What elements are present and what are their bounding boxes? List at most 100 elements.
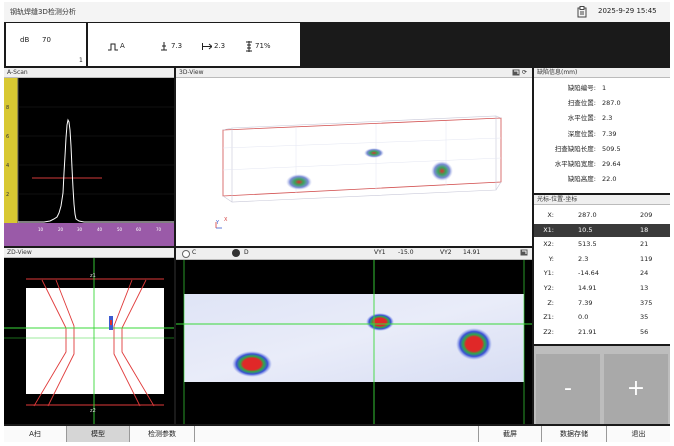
cursor-value: -14.64 (578, 269, 599, 278)
defect-info-label: 水平位置: (567, 114, 596, 123)
cursor-extra: 56 (640, 327, 649, 336)
cursor-label: Z1: (543, 313, 554, 322)
ascan-button[interactable]: A扫 (4, 426, 67, 442)
cursor-info-row[interactable]: X: 287.0 209 (534, 209, 670, 222)
cursor-extra: 24 (640, 269, 649, 278)
cursor-label: X: (547, 211, 554, 219)
defect-info-value: 287.0 (602, 99, 621, 108)
cursor-info-row[interactable]: Z2: 21.91 56 (534, 326, 670, 339)
cursor-info-row[interactable]: X2: 513.5 21 (534, 238, 670, 251)
3d-view-title: 3D-View (176, 68, 532, 78)
ascan-baseline-strip (4, 223, 174, 246)
cursor-label: Z: (547, 298, 554, 307)
radio-c[interactable] (182, 250, 190, 258)
model-button[interactable]: 模型 (67, 426, 130, 442)
clipboard-icon[interactable] (577, 6, 587, 20)
amplitude-value: 71% (255, 42, 271, 50)
defect-blob (456, 328, 492, 360)
cursor-value: 21.91 (578, 327, 597, 336)
cursor-info-row[interactable]: Y1: -14.64 24 (534, 267, 670, 280)
defect-blob (286, 174, 312, 190)
ascan-xtick: 60 (136, 227, 142, 232)
radio-d[interactable] (232, 249, 240, 257)
ascan-panel[interactable]: A-Scan 8 6 4 2 10 20 30 40 50 60 70 (4, 68, 174, 246)
weld-volume-box (222, 117, 502, 197)
radio-d-label: D (244, 249, 249, 256)
pulse-wave-icon (108, 43, 119, 53)
cursor-extra: 35 (640, 313, 649, 322)
3d-view-panel[interactable]: 3D-View ⟳ Y X (176, 68, 532, 246)
cursor-info-row[interactable]: Z: 7.39 375 (534, 297, 670, 310)
depth-icon (160, 42, 168, 53)
gain-value: 70 (42, 36, 51, 44)
horizontal-value: 2.3 (214, 42, 226, 50)
defect-info-row: 扫查位置: 287.0 (534, 97, 670, 110)
weld-cross-section (26, 288, 164, 394)
cursor-value: 0.0 (578, 313, 589, 322)
cursor-info-row[interactable]: Y: 2.3 119 (534, 253, 670, 266)
ascan-ytick: 6 (6, 134, 9, 140)
refresh-icon[interactable]: ⟳ (522, 69, 527, 76)
cursor-extra: 21 (640, 240, 649, 249)
cursor-label: Y: (548, 254, 554, 263)
vy1-label: VY1 (374, 249, 386, 256)
cursor-value: 10.5 (578, 225, 593, 234)
ascan-xtick: 40 (97, 227, 103, 232)
defect-info-label: 扫查位置: (567, 99, 596, 108)
zd-view-title: ZD-View (4, 248, 174, 258)
ascan-title: A-Scan (4, 68, 174, 78)
cursor-extra: 119 (640, 254, 653, 263)
defect-info-row: 缺陷高度: 22.0 (534, 173, 670, 186)
defect-info-row: 缺陷编号: 1 (534, 82, 670, 95)
zd-z1-label: z1 (90, 273, 96, 279)
defect-info-row: 深度位置: 7.39 (534, 128, 670, 141)
cursor-value: 287.0 (578, 211, 597, 219)
cursor-info-row[interactable]: Z1: 0.0 35 (534, 311, 670, 324)
detection-params-button[interactable]: 检测参数 (130, 426, 195, 442)
vy1-value: -15.0 (398, 249, 414, 256)
gain-unit-label: dB (20, 36, 30, 44)
cursor-label: Y1: (543, 269, 554, 278)
ascan-xtick: 70 (156, 227, 162, 232)
minus-button[interactable]: - (536, 354, 600, 424)
cscan-panel[interactable]: C D VY1 -15.0 VY2 14.91 (176, 248, 532, 424)
ascan-ytick: 8 (6, 105, 9, 111)
defect-info-title: 缺陷信息(mm) (534, 68, 670, 78)
expand-icon[interactable] (512, 69, 520, 78)
defect-info-row: 水平缺陷宽度: 29.64 (534, 158, 670, 171)
cursor-info-title: 光标-位置-坐标 (534, 195, 670, 205)
save-data-button[interactable]: 数据存储 (542, 426, 607, 442)
gain-index: 1 (79, 57, 83, 64)
cursor-extra: 18 (640, 225, 649, 234)
defect-blob (232, 351, 272, 377)
defect-blob (366, 313, 394, 331)
gain-box[interactable]: dB 70 1 (6, 23, 86, 66)
defect-info-row: 扫查缺陷长度: 509.5 (534, 143, 670, 156)
defect-info-value: 7.39 (602, 129, 617, 138)
cursor-info-panel: 光标-位置-坐标 X: 287.0 209 X1: 10.5 18 X2: 513.5 21 Y:… (534, 195, 670, 344)
ascan-plot[interactable]: 8 6 4 2 10 20 30 40 50 60 70 (4, 78, 174, 246)
cursor-info-row[interactable]: X1: 10.5 18 (534, 223, 670, 237)
plus-button[interactable]: + (604, 354, 668, 424)
defect-info-label: 缺陷编号: (567, 84, 596, 92)
cursor-info-row[interactable]: Y2: 14.91 13 (534, 282, 670, 295)
zd-view-canvas[interactable]: z1 z2 (4, 258, 174, 424)
cursor-value: 513.5 (578, 240, 597, 249)
screenshot-button[interactable]: 截屏 (479, 426, 542, 442)
ascan-xtick: 50 (117, 227, 123, 232)
ascan-xtick: 20 (58, 227, 64, 232)
exit-button[interactable]: 退出 (607, 426, 670, 442)
ascan-xtick: 10 (38, 227, 44, 232)
cursor-label: X2: (543, 240, 554, 249)
wave-label: A (120, 42, 125, 50)
defect-info-panel: 缺陷信息(mm) 缺陷编号: 1 扫查位置: 287.0 水平位置: 2.3 深度位置: 7.… (534, 68, 670, 193)
defect-info-label: 水平缺陷宽度: (554, 160, 596, 168)
status-readout-bar: A 7.3 2.3 71% (88, 23, 300, 66)
cursor-label: Z2: (543, 327, 554, 336)
zd-view-panel[interactable]: ZD-View z1 z2 (4, 248, 174, 424)
app-window: 钢轨焊缝3D检测分析 2025-9-29 15:45 dB 70 1 A 7.3… (4, 2, 670, 442)
cscan-canvas[interactable] (176, 260, 532, 424)
3d-view-canvas[interactable]: Y X (176, 78, 532, 246)
horizontal-distance-icon (202, 43, 213, 52)
expand-icon[interactable] (520, 249, 528, 258)
